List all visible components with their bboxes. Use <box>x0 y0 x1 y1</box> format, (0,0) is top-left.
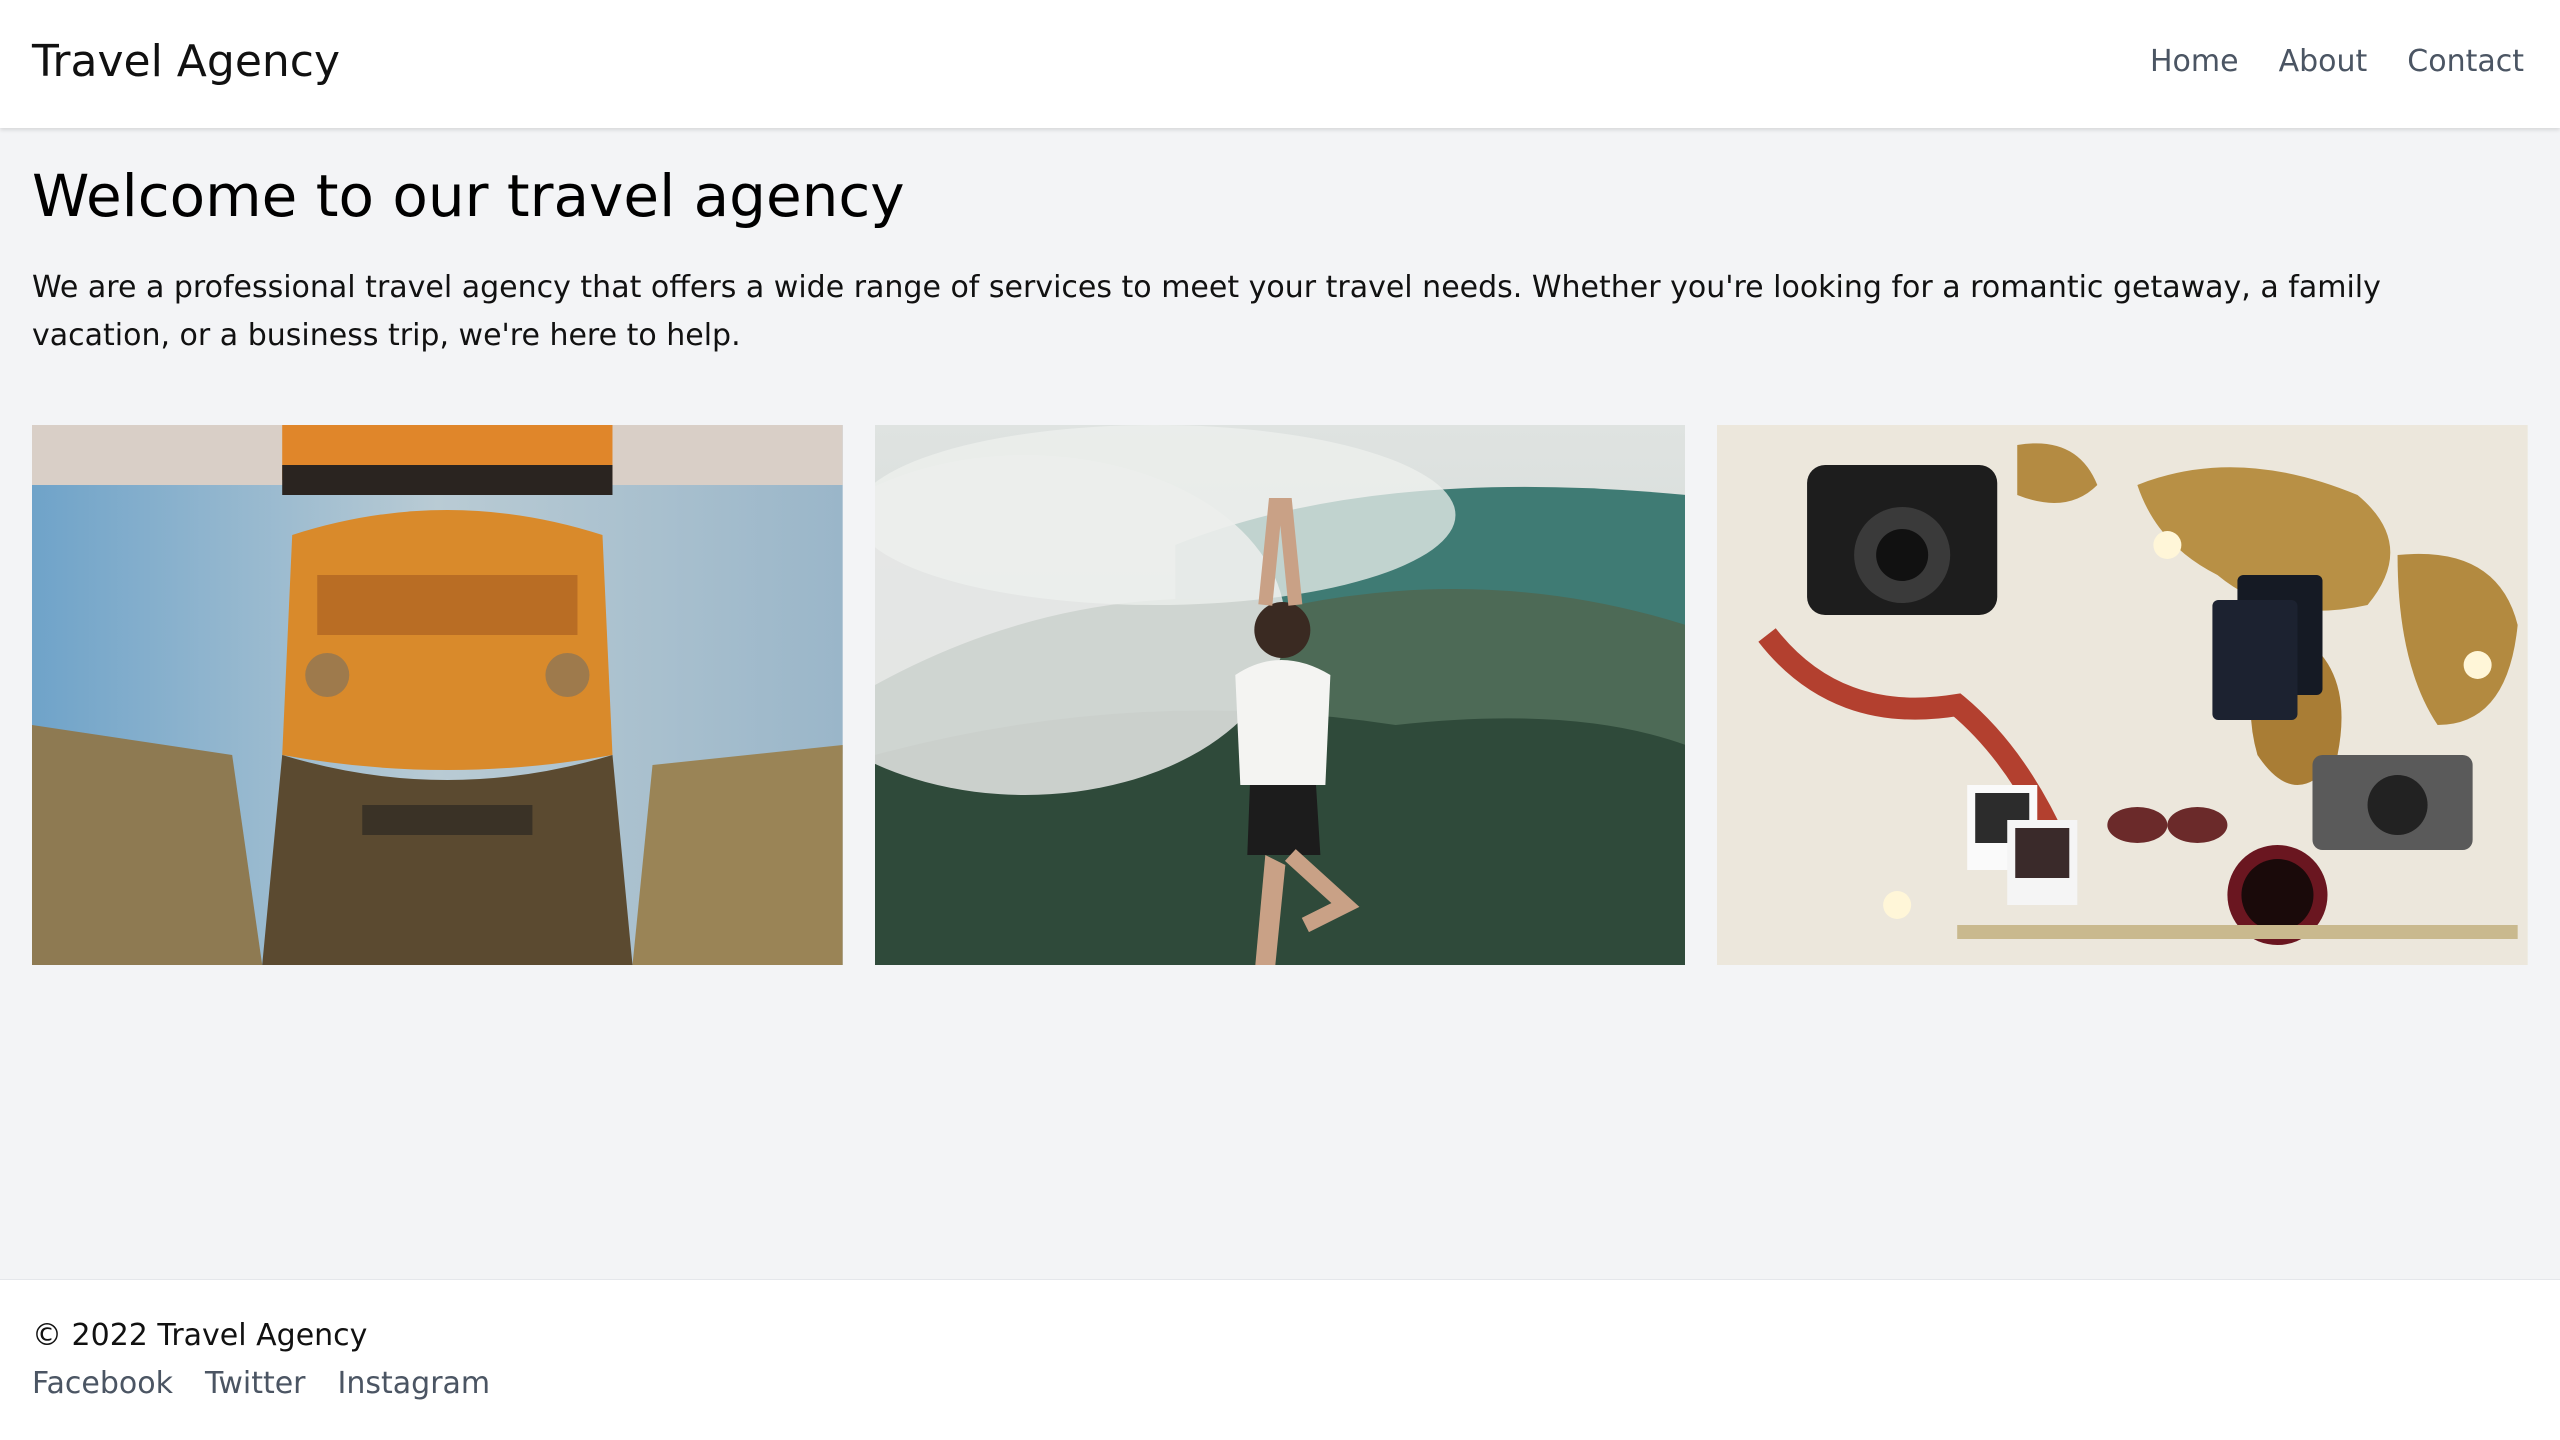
nav-contact-link[interactable]: Contact <box>2407 40 2524 84</box>
page-title: Welcome to our travel agency <box>32 162 905 230</box>
instagram-link[interactable]: Instagram <box>338 1362 491 1406</box>
gallery-photo-van <box>32 425 843 965</box>
main-nav: Home About Contact <box>2110 40 2524 84</box>
gallery-photo-flatlay <box>1717 425 2529 965</box>
site-footer: © 2022 Travel Agency Facebook Twitter In… <box>0 1279 2560 1440</box>
nav-about-link[interactable]: About <box>2279 40 2368 84</box>
site-logo-text[interactable]: Travel Agency <box>32 32 340 92</box>
facebook-link[interactable]: Facebook <box>32 1362 173 1406</box>
intro-paragraph: We are a professional travel agency that… <box>32 270 2381 353</box>
van-reflection-image <box>32 425 843 965</box>
copyright-text: © 2022 Travel Agency <box>32 1318 368 1353</box>
site-header: Travel Agency Home About Contact <box>0 0 2560 128</box>
nav-home-link[interactable]: Home <box>2150 40 2239 84</box>
mountain-yoga-image <box>874 425 1686 965</box>
twitter-link[interactable]: Twitter <box>205 1362 306 1406</box>
photo-gallery <box>32 425 2529 965</box>
social-links: Facebook Twitter Instagram <box>32 1362 522 1406</box>
travel-flatlay-image <box>1717 425 2529 965</box>
gallery-photo-yoga <box>874 425 1686 965</box>
